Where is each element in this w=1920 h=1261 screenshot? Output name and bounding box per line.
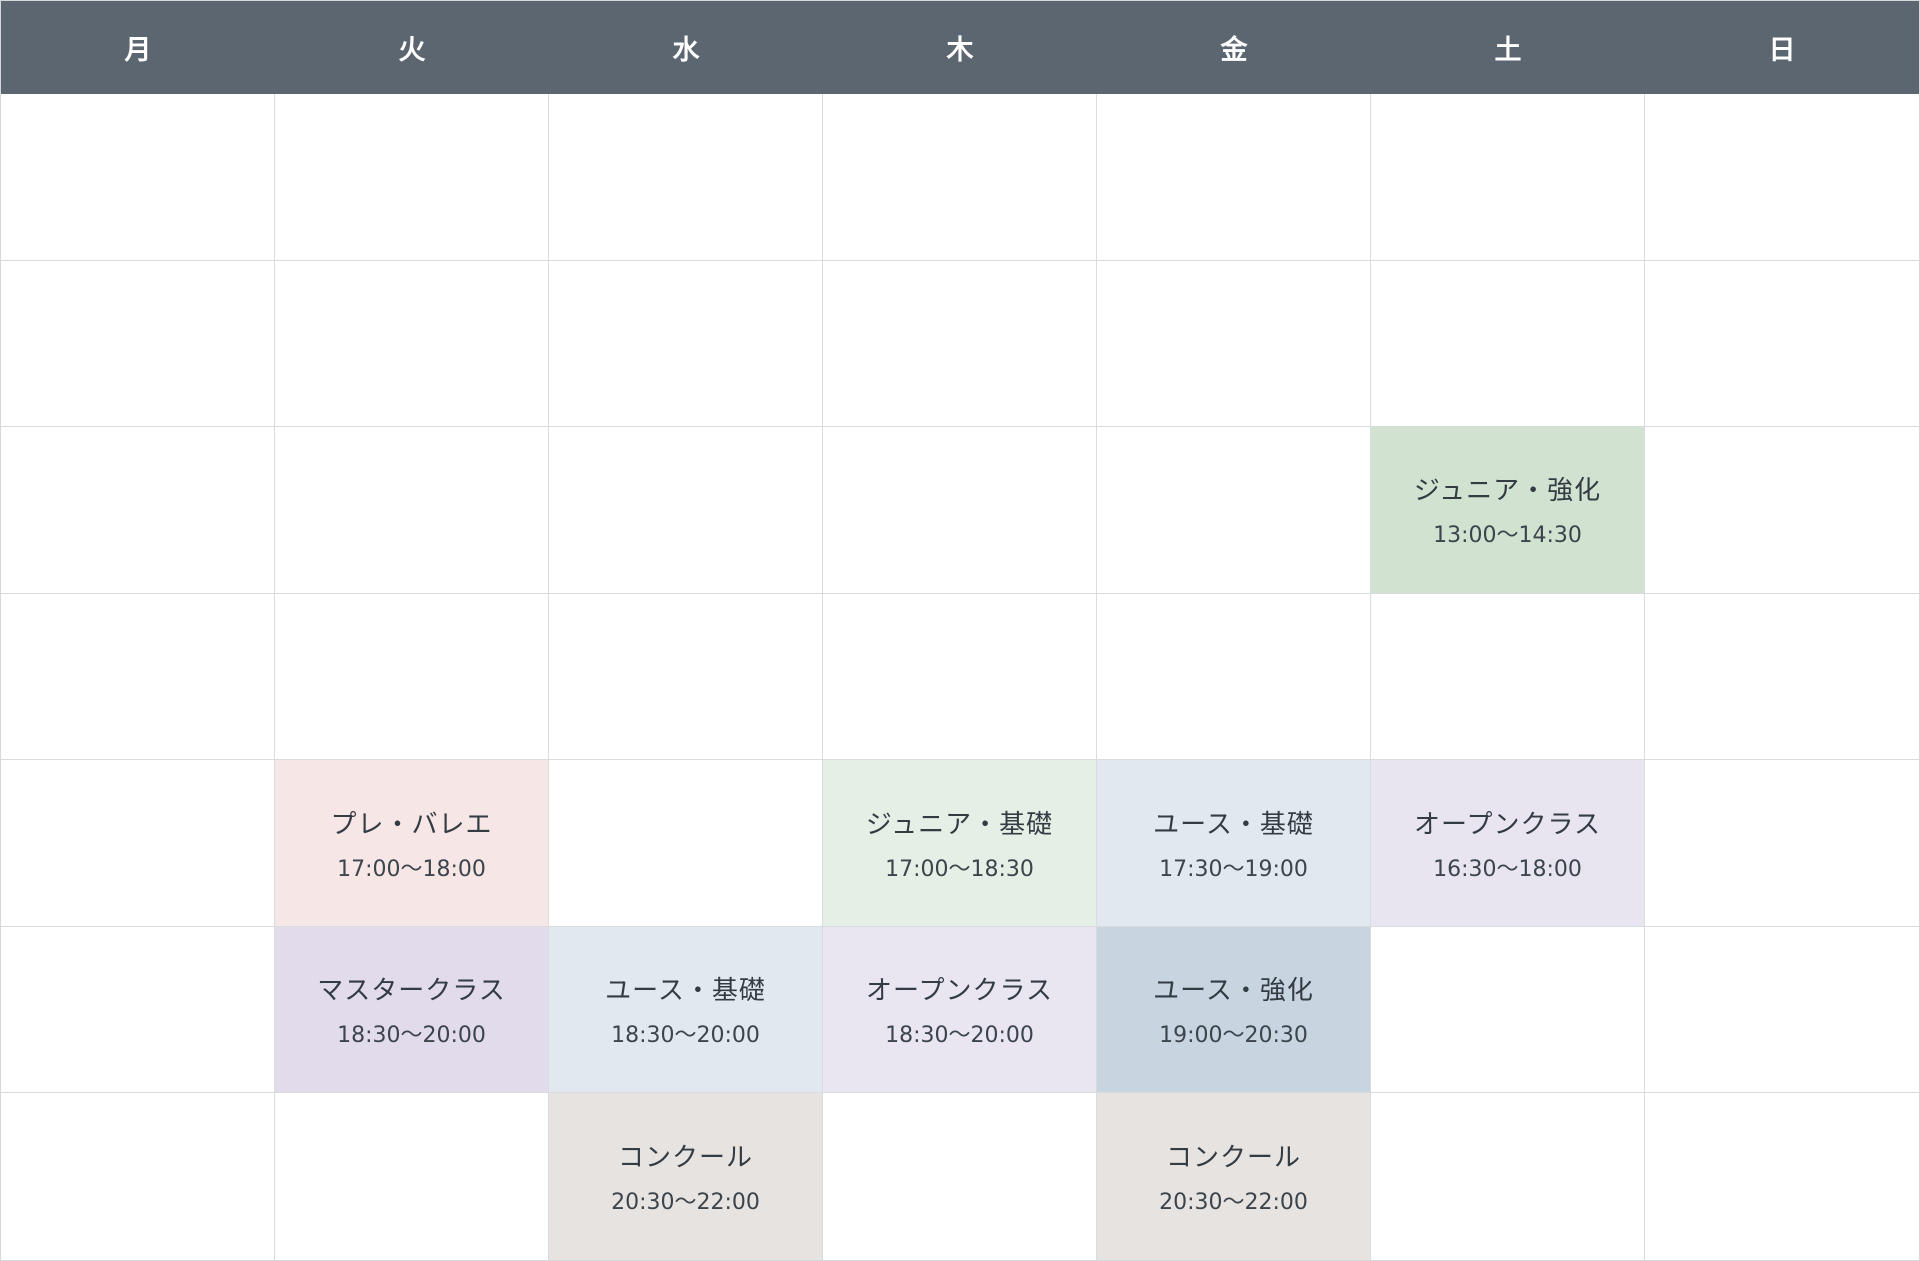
timetable-cell (549, 760, 823, 927)
timetable-cell (275, 94, 549, 261)
timetable-cell (1, 760, 275, 927)
class-name: オープンクラス (1414, 809, 1601, 840)
timetable-cell (1645, 261, 1919, 428)
class-block[interactable]: ジュニア・強化 13:00〜14:30 (1371, 427, 1645, 594)
timetable-cell (1371, 926, 1645, 1094)
timetable-cell (549, 593, 823, 761)
class-block[interactable]: コンクール 20:30〜22:00 (549, 1093, 823, 1260)
day-header-tue: 火 (398, 35, 426, 66)
timetable-grid: ジュニア・強化 13:00〜14:30 プレ・バレエ 17:00〜18:00 ジュニア・… (1, 94, 1919, 1260)
timetable-cell (1371, 94, 1645, 261)
timetable-cell (1645, 594, 1919, 761)
timetable-cell (1371, 260, 1645, 428)
timetable-cell (549, 427, 823, 594)
timetable-cell (549, 260, 823, 428)
class-block[interactable]: オープンクラス 18:30〜20:00 (823, 926, 1097, 1094)
timetable-cell (1645, 1093, 1919, 1260)
timetable-cell (1, 94, 275, 261)
timetable-cell (1097, 593, 1371, 761)
timetable-cell (275, 1093, 549, 1260)
timetable-cell (1, 260, 275, 428)
class-name: コンクール (1165, 1143, 1301, 1174)
class-name: プレ・バレエ (330, 809, 493, 840)
day-header-sat: 土 (1494, 35, 1522, 66)
timetable-cell (275, 260, 549, 428)
class-block[interactable]: ジュニア・基礎 17:00〜18:30 (823, 760, 1097, 927)
day-header-row: 月 火 水 木 金 土 日 (1, 1, 1919, 94)
class-block[interactable]: プレ・バレエ 17:00〜18:00 (275, 760, 549, 927)
class-block[interactable]: ユース・強化 19:00〜20:30 (1097, 926, 1371, 1094)
timetable-cell (1645, 760, 1919, 927)
timetable-cell (823, 1093, 1097, 1260)
day-header-sun: 日 (1768, 35, 1796, 66)
timetable-cell (823, 593, 1097, 761)
timetable-cell (1, 593, 275, 761)
day-header-fri: 金 (1220, 35, 1248, 66)
class-block[interactable]: コンクール 20:30〜22:00 (1097, 1093, 1371, 1260)
timetable-cell (1645, 927, 1919, 1094)
class-name: ユース・基礎 (1153, 809, 1314, 840)
day-header-thu: 木 (946, 35, 974, 66)
timetable-cell (1645, 94, 1919, 261)
class-name: ユース・基礎 (605, 976, 766, 1007)
timetable-cell (275, 427, 549, 594)
class-name: ジュニア・基礎 (865, 809, 1054, 840)
timetable-cell (823, 427, 1097, 594)
timetable-cell (1, 427, 275, 594)
class-name: ユース・強化 (1153, 976, 1314, 1007)
class-name: ジュニア・強化 (1413, 476, 1602, 507)
class-block[interactable]: オープンクラス 16:30〜18:00 (1371, 760, 1645, 927)
class-block[interactable]: マスタークラス 18:30〜20:00 (275, 926, 549, 1094)
timetable-cell (1371, 593, 1645, 761)
class-time: 20:30〜22:00 (611, 1190, 760, 1216)
timetable-cell (549, 94, 823, 261)
timetable-cell (1371, 1093, 1645, 1260)
class-time: 17:30〜19:00 (1159, 856, 1308, 882)
class-name: マスタークラス (317, 976, 506, 1007)
day-header-mon: 月 (124, 35, 152, 66)
class-time: 13:00〜14:30 (1433, 523, 1582, 549)
class-block[interactable]: ユース・基礎 17:30〜19:00 (1097, 760, 1371, 927)
class-name: オープンクラス (866, 976, 1053, 1007)
timetable-cell (1, 1093, 275, 1260)
timetable-cell (823, 94, 1097, 261)
timetable-cell (275, 593, 549, 761)
class-time: 19:00〜20:30 (1159, 1023, 1308, 1049)
class-time: 18:30〜20:00 (337, 1023, 486, 1049)
class-name: コンクール (617, 1143, 753, 1174)
class-time: 16:30〜18:00 (1433, 856, 1582, 882)
timetable-cell (823, 260, 1097, 428)
timetable-cell (1, 926, 275, 1094)
timetable-cell (1097, 260, 1371, 428)
class-time: 20:30〜22:00 (1159, 1190, 1308, 1216)
timetable-cell (1097, 427, 1371, 594)
timetable-cell (1097, 94, 1371, 261)
class-block[interactable]: ユース・基礎 18:30〜20:00 (549, 926, 823, 1094)
class-time: 17:00〜18:30 (885, 856, 1034, 882)
timetable-cell (1645, 427, 1919, 594)
class-time: 17:00〜18:00 (337, 856, 486, 882)
weekly-timetable: 月 火 水 木 金 土 日 ジュニア・強化 13:00〜14:30 プレ・バレエ 17… (0, 0, 1920, 1261)
class-time: 18:30〜20:00 (885, 1023, 1034, 1049)
class-time: 18:30〜20:00 (611, 1023, 760, 1049)
day-header-wed: 水 (672, 35, 700, 66)
